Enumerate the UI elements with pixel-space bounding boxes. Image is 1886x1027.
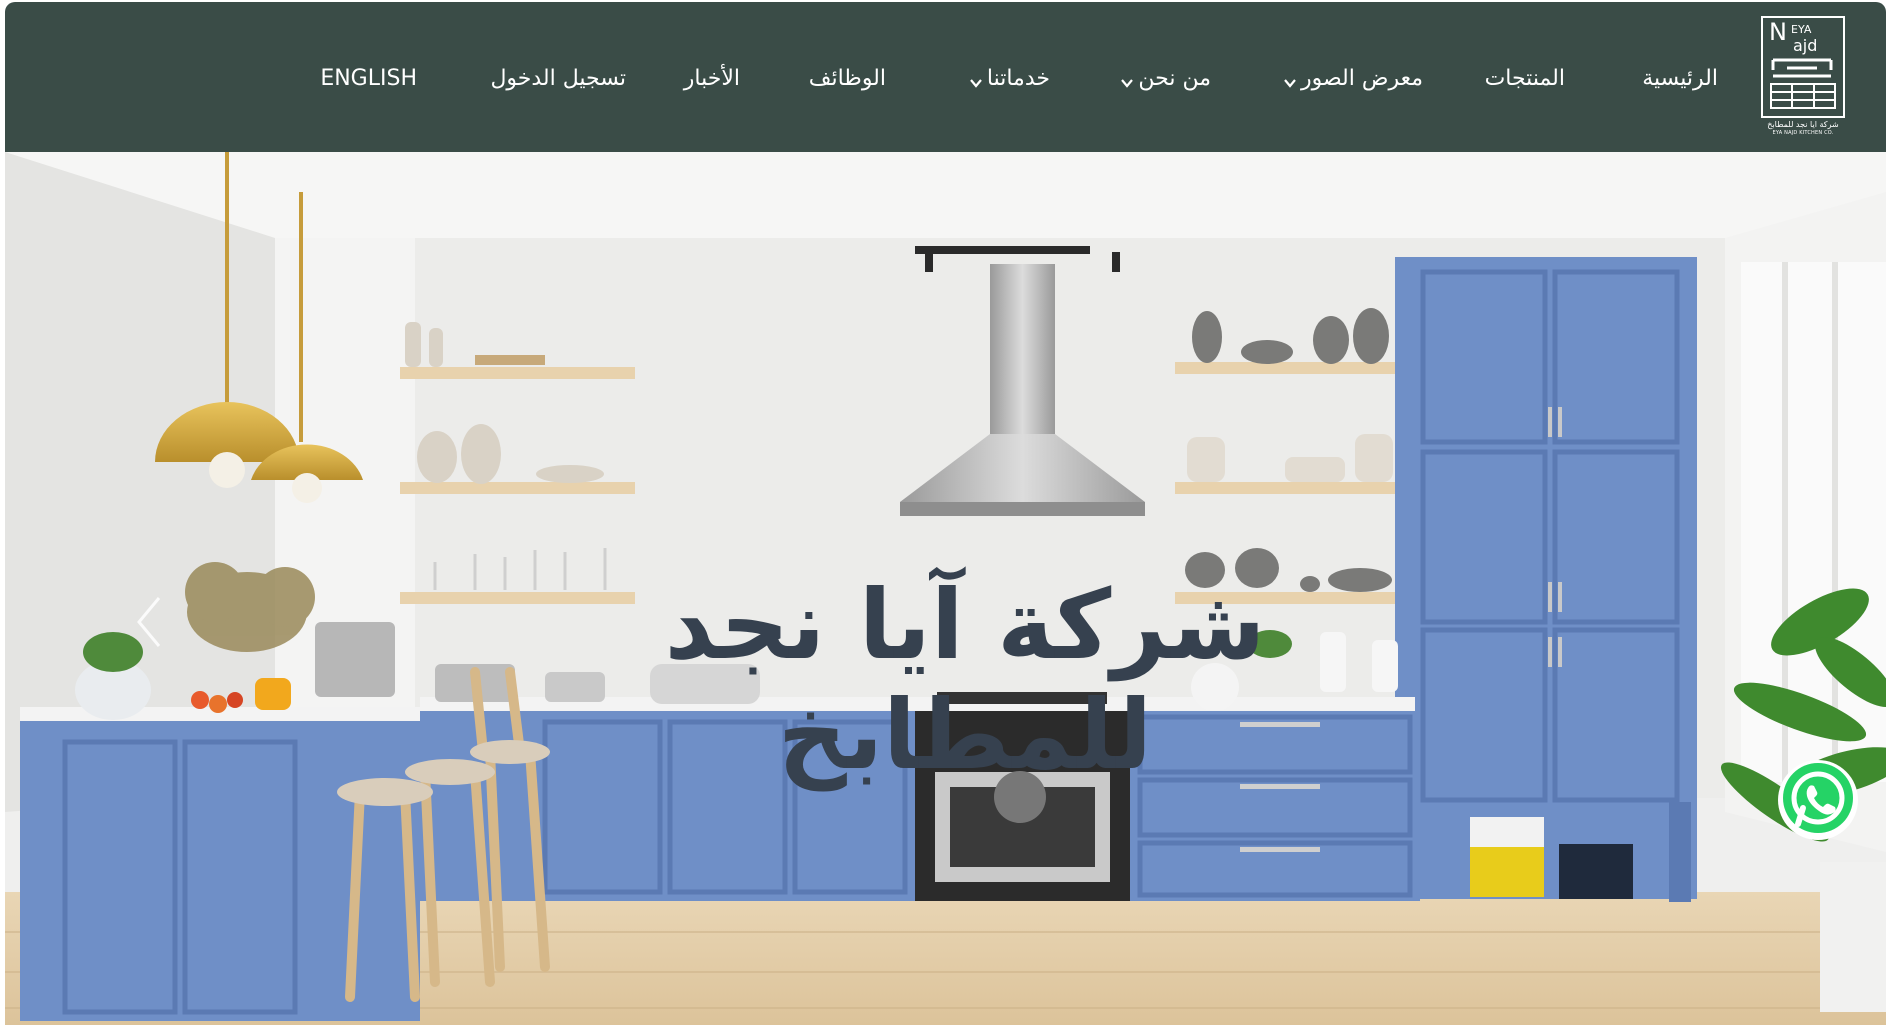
- nav-home[interactable]: الرئيسية: [1642, 60, 1718, 96]
- site-header: N EYA ajd شركة ايا نجد للمطابخ EYA NAJD …: [5, 2, 1886, 152]
- carousel-prev-button[interactable]: [131, 592, 167, 652]
- nav-products-label: المنتجات: [1484, 65, 1565, 91]
- nav-services[interactable]: خدماتنا: [969, 60, 1050, 96]
- svg-text:ajd: ajd: [1793, 36, 1817, 55]
- whatsapp-button[interactable]: [1776, 758, 1860, 842]
- nav-products[interactable]: المنتجات: [1485, 60, 1565, 96]
- nav-language-english[interactable]: ENGLISH: [320, 60, 417, 96]
- logo-arabic-name: شركة ايا نجد للمطابخ: [1767, 120, 1839, 129]
- chevron-left-icon: [131, 597, 167, 656]
- nav-jobs-label: الوظائف: [808, 65, 886, 91]
- hero-slider: شركة آيا نجد للمطابخ: [5, 152, 1886, 1025]
- nav-about-label: من نحن: [1138, 65, 1211, 91]
- nav-about[interactable]: من نحن: [1120, 60, 1211, 96]
- nav-gallery-label: معرض الصور: [1300, 65, 1423, 91]
- page: N EYA ajd شركة ايا نجد للمطابخ EYA NAJD …: [5, 2, 1886, 1025]
- nav-news[interactable]: الأخبار: [684, 60, 740, 96]
- nav-news-label: الأخبار: [683, 65, 740, 91]
- nav-language-label: ENGLISH: [320, 65, 417, 91]
- nav-jobs[interactable]: الوظائف: [809, 60, 886, 96]
- svg-text:EYA: EYA: [1791, 23, 1812, 36]
- nav-services-label: خدماتنا: [986, 65, 1050, 91]
- hero-title: شركة آيا نجد للمطابخ: [664, 569, 1266, 791]
- logo-mark: N EYA ajd: [1761, 16, 1845, 118]
- nav-login[interactable]: تسجيل الدخول: [490, 60, 626, 96]
- whatsapp-icon: [1776, 760, 1860, 846]
- nav-gallery[interactable]: معرض الصور: [1283, 60, 1423, 96]
- logo-english-name: EYA NAJD KITCHEN CO.: [1772, 130, 1834, 136]
- svg-text:N: N: [1769, 18, 1787, 46]
- nav-home-label: الرئيسية: [1642, 65, 1718, 91]
- nav-login-label: تسجيل الدخول: [490, 65, 626, 91]
- chevron-down-icon: [969, 71, 983, 88]
- chevron-down-icon: [1120, 71, 1134, 88]
- site-logo[interactable]: N EYA ajd شركة ايا نجد للمطابخ EYA NAJD …: [1761, 16, 1845, 142]
- logo-mark-graphic: N EYA ajd: [1769, 18, 1836, 109]
- chevron-down-icon: [1283, 71, 1297, 88]
